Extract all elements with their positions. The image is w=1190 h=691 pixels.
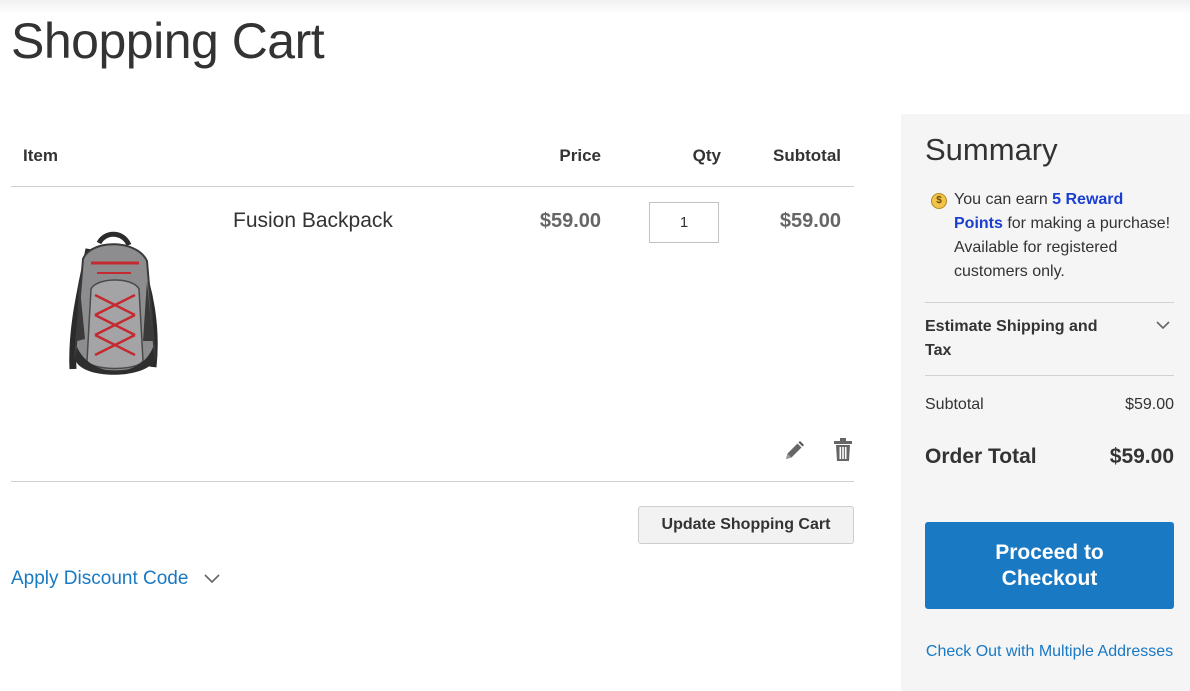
estimate-shipping-toggle[interactable]: Estimate Shipping and Tax <box>925 315 1174 363</box>
cart-page: Shopping Cart Item Price Qty Subtotal Fu… <box>0 0 1190 691</box>
coin-icon: $ <box>931 193 947 209</box>
reward-prefix: You can earn <box>954 191 1053 208</box>
chevron-down-icon <box>204 574 221 584</box>
pencil-icon[interactable] <box>783 440 805 462</box>
page-title: Shopping Cart <box>11 13 325 69</box>
item-price: $59.00 <box>539 210 601 232</box>
divider <box>925 302 1174 303</box>
proceed-to-checkout-button[interactable]: Proceed to Checkout <box>925 522 1174 609</box>
cart-table: Item Price Qty Subtotal Fusion Backpack … <box>11 138 854 482</box>
product-name-link[interactable]: Fusion Backpack <box>233 209 393 233</box>
order-total-label: Order Total <box>925 445 1037 468</box>
column-header-price: Price <box>559 146 601 165</box>
order-summary: Summary $ You can earn 5 Reward Points f… <box>901 114 1190 691</box>
trash-icon[interactable] <box>833 438 853 462</box>
summary-subtotal-label: Subtotal <box>925 396 984 413</box>
multiple-addresses-link[interactable]: Check Out with Multiple Addresses <box>925 640 1174 664</box>
item-subtotal: $59.00 <box>779 210 841 232</box>
cart-table-header: Item Price Qty Subtotal <box>11 138 854 187</box>
estimate-shipping-label: Estimate Shipping and Tax <box>925 318 1098 359</box>
column-header-qty: Qty <box>692 146 721 165</box>
summary-subtotal-value: $59.00 <box>1125 396 1174 413</box>
column-header-subtotal: Subtotal <box>773 146 841 165</box>
update-cart-button[interactable]: Update Shopping Cart <box>638 506 854 544</box>
qty-input[interactable] <box>649 202 719 243</box>
cart-item-row: Fusion Backpack $59.00 $59.00 <box>11 187 854 482</box>
divider <box>925 375 1174 376</box>
column-header-item: Item <box>23 146 58 165</box>
order-total-value: $59.00 <box>1109 445 1174 468</box>
summary-subtotal-row: Subtotal $59.00 <box>925 396 1174 414</box>
reward-points-message: $ You can earn 5 Reward Points for makin… <box>925 188 1175 284</box>
summary-title: Summary <box>925 132 1058 167</box>
order-total-row: Order Total $59.00 <box>925 445 1174 469</box>
chevron-down-icon <box>1156 321 1170 330</box>
apply-discount-label: Apply Discount Code <box>11 568 189 589</box>
backpack-photo[interactable] <box>51 229 171 389</box>
apply-discount-toggle[interactable]: Apply Discount Code <box>11 568 221 590</box>
